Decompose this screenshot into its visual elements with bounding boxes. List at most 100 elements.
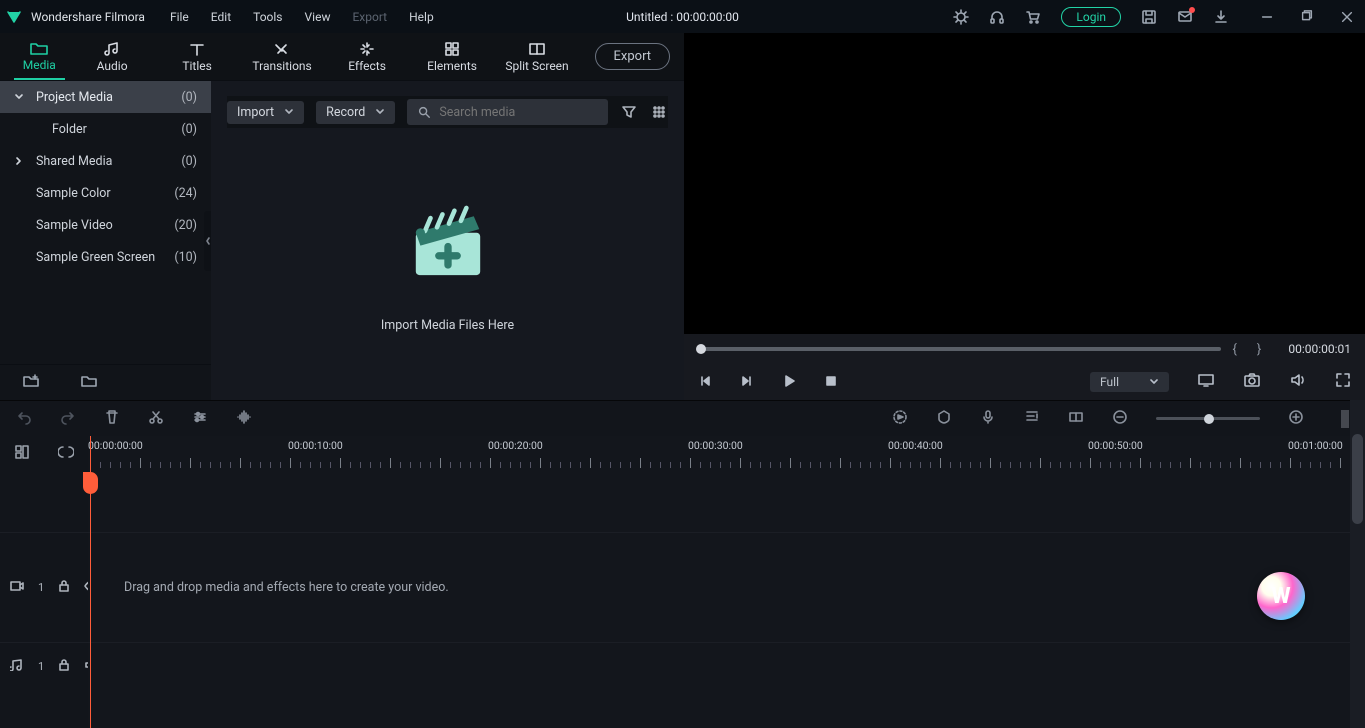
- sidebar-count: (0): [181, 122, 197, 137]
- video-track-row[interactable]: Drag and drop media and effects here to …: [88, 532, 1365, 642]
- sidebar-count: (10): [174, 250, 197, 265]
- preview-timecode: 00:00:00:01: [1288, 342, 1351, 356]
- search-icon: [417, 105, 431, 119]
- filter-icon[interactable]: [620, 100, 638, 124]
- preview-panel: {} 00:00:00:01 Full: [684, 33, 1365, 400]
- import-label: Import: [237, 105, 274, 120]
- timeline-toolbar: [0, 400, 1365, 436]
- save-icon[interactable]: [1141, 9, 1157, 25]
- app-logo-icon: [6, 9, 22, 25]
- tab-elements[interactable]: Elements: [415, 33, 490, 80]
- cart-icon[interactable]: [1025, 9, 1041, 25]
- lock-icon[interactable]: [58, 579, 70, 596]
- manage-tracks-icon[interactable]: [14, 444, 30, 464]
- document-title: Untitled : 00:00:00:00: [626, 10, 739, 24]
- tab-titles[interactable]: Titles: [160, 33, 235, 80]
- grid-view-icon[interactable]: [650, 100, 668, 124]
- mark-out-icon[interactable]: }: [1257, 342, 1261, 357]
- tips-icon[interactable]: [953, 9, 969, 25]
- search-media-field[interactable]: [407, 99, 608, 125]
- audio-mixer-icon[interactable]: [1024, 409, 1040, 429]
- tab-transitions[interactable]: Transitions: [245, 33, 320, 80]
- import-empty-text: Import Media Files Here: [381, 318, 514, 333]
- next-frame-icon[interactable]: [740, 373, 754, 392]
- menu-file[interactable]: File: [170, 10, 189, 24]
- menu-edit[interactable]: Edit: [211, 10, 231, 24]
- render-preview-icon[interactable]: [892, 409, 908, 429]
- close-icon[interactable]: [1339, 9, 1355, 25]
- collapse-sidebar-handle[interactable]: [204, 211, 211, 271]
- playhead[interactable]: [90, 436, 91, 728]
- track-number: 1: [38, 660, 44, 673]
- tab-media[interactable]: Media: [14, 33, 65, 80]
- record-dropdown[interactable]: Record: [316, 101, 395, 124]
- folder-icon[interactable]: [80, 373, 98, 393]
- import-dropdown[interactable]: Import: [227, 101, 304, 124]
- sidebar-count: (0): [181, 154, 197, 169]
- sidebar-project-media[interactable]: Project Media (0): [0, 81, 211, 113]
- ribbon-tabs: Media Audio Titles Transitions Effects E…: [0, 33, 684, 81]
- preview-scrubber[interactable]: [698, 347, 1221, 351]
- sidebar-sample-green[interactable]: Sample Green Screen (10): [0, 241, 211, 273]
- menu-help[interactable]: Help: [409, 10, 434, 24]
- menu-view[interactable]: View: [305, 10, 331, 24]
- timeline-tracks[interactable]: 00:00:00:0000:00:10:0000:00:20:0000:00:3…: [88, 436, 1365, 728]
- lock-icon[interactable]: [58, 658, 70, 675]
- vertical-scrollbar[interactable]: [1350, 400, 1365, 728]
- preview-quality-dropdown[interactable]: Full: [1090, 372, 1169, 392]
- voiceover-icon[interactable]: [980, 409, 996, 429]
- brand-bubble-icon[interactable]: W: [1257, 572, 1305, 620]
- sidebar-shared-media[interactable]: Shared Media (0): [0, 145, 211, 177]
- search-input[interactable]: [439, 105, 598, 120]
- tab-split-screen[interactable]: Split Screen: [500, 33, 575, 80]
- volume-icon[interactable]: [1289, 372, 1307, 392]
- audio-track-row[interactable]: [88, 642, 1365, 690]
- sidebar-label: Shared Media: [36, 154, 112, 169]
- headphones-icon[interactable]: [989, 9, 1005, 25]
- zoom-out-icon[interactable]: [1112, 409, 1128, 429]
- marker-icon[interactable]: [936, 409, 952, 429]
- display-icon[interactable]: [1197, 372, 1215, 392]
- delete-icon[interactable]: [104, 409, 120, 429]
- fullscreen-icon[interactable]: [1335, 372, 1351, 392]
- split-icon[interactable]: [148, 409, 164, 429]
- sidebar-count: (20): [174, 218, 197, 233]
- maximize-icon[interactable]: [1299, 9, 1315, 25]
- sidebar-label: Sample Video: [36, 218, 113, 233]
- new-folder-icon[interactable]: [22, 373, 40, 393]
- tab-effects[interactable]: Effects: [330, 33, 405, 80]
- mark-in-icon[interactable]: {: [1233, 342, 1237, 357]
- sidebar-sample-video[interactable]: Sample Video (20): [0, 209, 211, 241]
- export-button[interactable]: Export: [595, 43, 671, 70]
- sidebar-label: Project Media: [36, 90, 113, 105]
- tab-elements-label: Elements: [427, 59, 477, 73]
- zoom-in-icon[interactable]: [1288, 409, 1304, 429]
- timeline-hint: Drag and drop media and effects here to …: [124, 580, 449, 595]
- zoom-slider[interactable]: [1156, 417, 1260, 420]
- timeline-ruler[interactable]: 00:00:00:0000:00:10:0000:00:20:0000:00:3…: [88, 436, 1365, 472]
- sidebar-sample-color[interactable]: Sample Color (24): [0, 177, 211, 209]
- tab-transitions-label: Transitions: [252, 59, 311, 73]
- menu-tools[interactable]: Tools: [253, 10, 282, 24]
- import-drop-area[interactable]: Import Media Files Here: [211, 128, 684, 400]
- preview-viewport[interactable]: [684, 33, 1365, 334]
- stop-icon[interactable]: [824, 373, 838, 392]
- minimize-icon[interactable]: [1259, 9, 1275, 25]
- record-label: Record: [326, 105, 365, 120]
- audio-wave-icon[interactable]: [236, 409, 252, 429]
- prev-frame-icon[interactable]: [698, 373, 712, 392]
- timeline: 1 1 00:00:00:0000:00:10:0000:00:20:0000:…: [0, 436, 1365, 728]
- message-icon[interactable]: [1177, 9, 1193, 25]
- snapshot-icon[interactable]: [1243, 372, 1261, 392]
- sidebar-folder[interactable]: Folder (0): [0, 113, 211, 145]
- play-icon[interactable]: [782, 373, 796, 392]
- auto-ripple-icon[interactable]: [58, 444, 74, 464]
- edit-tools-icon[interactable]: [192, 409, 208, 429]
- tab-split-label: Split Screen: [505, 59, 568, 73]
- download-icon[interactable]: [1213, 9, 1229, 25]
- chevron-right-icon: [12, 156, 26, 166]
- login-button[interactable]: Login: [1061, 7, 1121, 27]
- tab-audio[interactable]: Audio: [75, 33, 150, 80]
- keyframe-icon[interactable]: [1068, 409, 1084, 429]
- render-indicator[interactable]: [1332, 410, 1349, 428]
